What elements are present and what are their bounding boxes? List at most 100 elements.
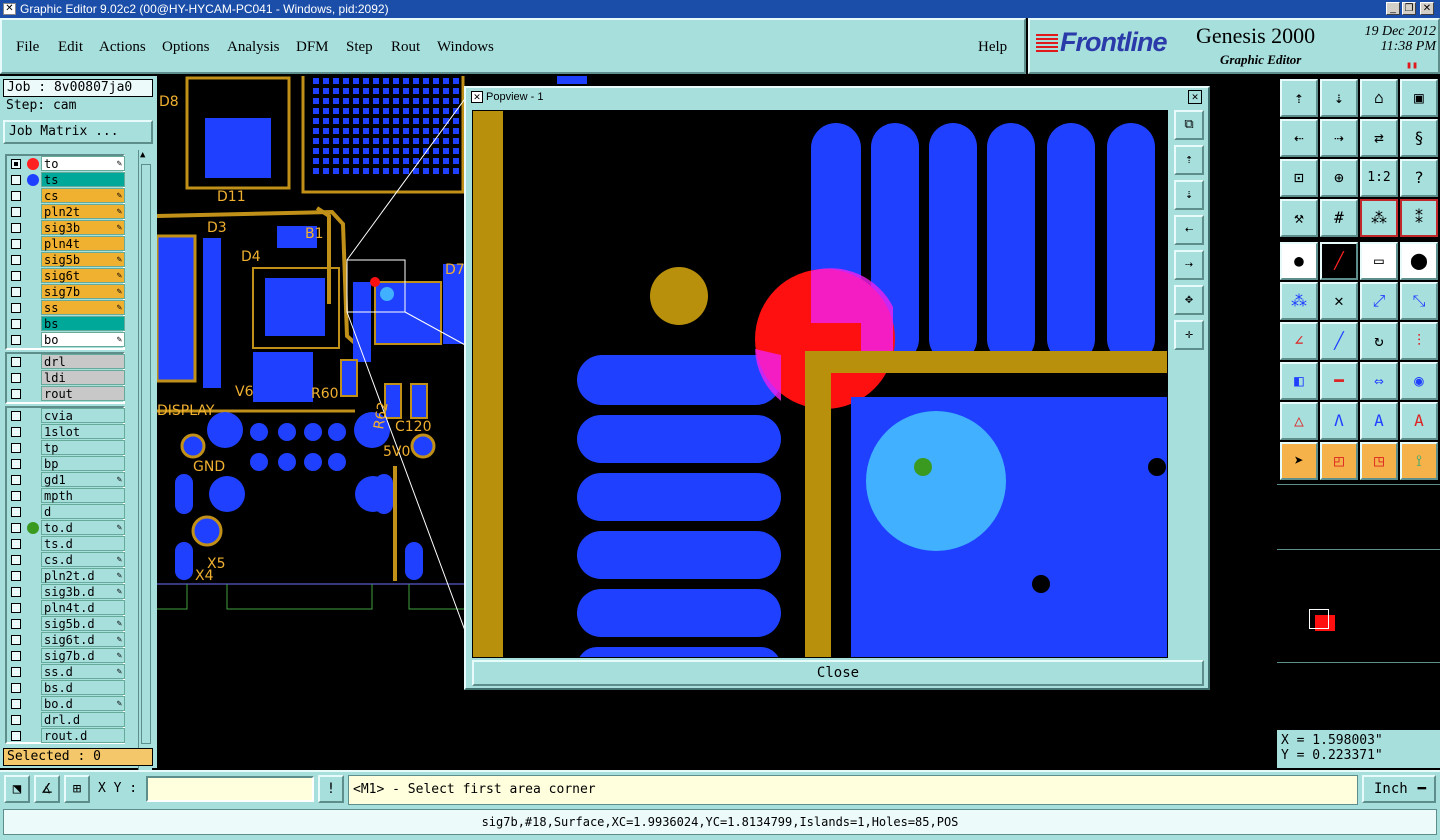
ruler-icon[interactable]: ▭	[1360, 242, 1398, 280]
pan-right-icon[interactable]: ⇢	[1320, 119, 1358, 157]
layer-checkbox[interactable]	[11, 255, 21, 265]
layer-name[interactable]: cvia	[41, 408, 125, 423]
minimize-button[interactable]: _	[1386, 2, 1400, 15]
layer-checkbox[interactable]	[11, 603, 21, 613]
layer-checkbox[interactable]	[11, 389, 21, 399]
menu-step[interactable]: Step	[346, 39, 373, 56]
xy-input[interactable]	[146, 776, 314, 802]
fit-icon[interactable]: ⊡	[1280, 159, 1318, 197]
units-select[interactable]: Inch ━	[1362, 775, 1436, 803]
zoom-in-icon[interactable]: ⇡	[1280, 79, 1318, 117]
layer-checkbox[interactable]	[11, 271, 21, 281]
snap-off-icon[interactable]: ⬔	[4, 775, 30, 803]
layer-name[interactable]: sig6t ✎	[41, 268, 125, 283]
pointer-select-icon[interactable]: ◳	[1360, 442, 1398, 480]
layer-checkbox[interactable]	[11, 491, 21, 501]
layer-name[interactable]: pln2t.d ✎	[41, 568, 125, 583]
layer-row-ldi[interactable]: ldi	[7, 370, 125, 386]
popview-fit-button[interactable]: ✥	[1174, 285, 1204, 315]
layer-name[interactable]: sig3b ✎	[41, 220, 125, 235]
layer-name[interactable]: gd1 ✎	[41, 472, 125, 487]
layer-row-bs[interactable]: bs	[7, 316, 125, 332]
layer-checkbox[interactable]	[11, 651, 21, 661]
layer-row-to[interactable]: to ✎	[7, 156, 125, 172]
arc-icon[interactable]: ↻	[1360, 322, 1398, 360]
popview-zoom-out-button[interactable]: ⇣	[1174, 180, 1204, 210]
layer-row-sig7b-d[interactable]: sig7b.d ✎	[7, 648, 125, 664]
layer-checkbox[interactable]	[11, 587, 21, 597]
layer-row-pln2t[interactable]: pln2t ✎	[7, 204, 125, 220]
layer-name[interactable]: ts	[41, 172, 125, 187]
layer-row-ss-d[interactable]: ss.d ✎	[7, 664, 125, 680]
layer-checkbox[interactable]	[11, 427, 21, 437]
layer-row-gd1[interactable]: gd1 ✎	[7, 472, 125, 488]
layer-row-cs-d[interactable]: cs.d ✎	[7, 552, 125, 568]
layer-checkbox[interactable]	[11, 411, 21, 421]
layer-checkbox[interactable]	[11, 303, 21, 313]
minus-icon[interactable]: ━	[1320, 362, 1358, 400]
layer-row-cvia[interactable]: cvia	[7, 408, 125, 424]
layer-checkbox[interactable]	[11, 475, 21, 485]
layer-name[interactable]: rout	[41, 386, 125, 401]
layer-row-d[interactable]: d	[7, 504, 125, 520]
layer-checkbox[interactable]	[11, 731, 21, 741]
a-icon[interactable]: A	[1360, 402, 1398, 440]
scale-1-2-icon[interactable]: 1:2	[1360, 159, 1398, 197]
grid-snap-icon[interactable]: ⊞	[64, 775, 90, 803]
swap-icon[interactable]: ⇄	[1360, 119, 1398, 157]
layer-row-sig5b-d[interactable]: sig5b.d ✎	[7, 616, 125, 632]
measure-icon[interactable]: ⇔	[1360, 362, 1398, 400]
home-icon[interactable]: ⌂	[1360, 79, 1398, 117]
layer-row-sig7b[interactable]: sig7b ✎	[7, 284, 125, 300]
layer-checkbox[interactable]	[11, 715, 21, 725]
close-button[interactable]: ✕	[1420, 2, 1434, 15]
layer-row-rout-d[interactable]: rout.d	[7, 728, 125, 744]
layer-name[interactable]: bp	[41, 456, 125, 471]
layer-scrollbar[interactable]: ▲ ▼	[138, 150, 152, 818]
connect-icon[interactable]: ⁑	[1400, 199, 1438, 237]
menu-rout[interactable]: Rout	[391, 39, 420, 56]
layer-name[interactable]: drl	[41, 354, 125, 369]
layer-row-ss[interactable]: ss ✎	[7, 300, 125, 316]
line-tool-icon[interactable]: ╱	[1320, 242, 1358, 280]
minimap[interactable]	[1277, 484, 1440, 724]
layer-row-pln4t-d[interactable]: pln4t.d	[7, 600, 125, 616]
layer-checkbox[interactable]	[11, 287, 21, 297]
layer-name[interactable]: to ✎	[41, 156, 125, 171]
layer-row-bo-d[interactable]: bo.d ✎	[7, 696, 125, 712]
layer-checkbox[interactable]	[11, 507, 21, 517]
layer-row-to-d[interactable]: to.d ✎	[7, 520, 125, 536]
layer-name[interactable]: ss.d ✎	[41, 664, 125, 679]
layer-row-bs-d[interactable]: bs.d	[7, 680, 125, 696]
question-icon[interactable]: ?	[1400, 159, 1438, 197]
layer-checkbox[interactable]	[11, 683, 21, 693]
layer-name[interactable]: mpth	[41, 488, 125, 503]
pointer-icon[interactable]: ➤	[1280, 442, 1318, 480]
window-icon[interactable]: ▣	[1400, 79, 1438, 117]
layer-checkbox[interactable]	[11, 239, 21, 249]
angle-icon[interactable]: ∠	[1280, 322, 1318, 360]
layer-row-sig5b[interactable]: sig5b ✎	[7, 252, 125, 268]
layer-name[interactable]: cs.d ✎	[41, 552, 125, 567]
menu-options[interactable]: Options	[162, 39, 210, 56]
a-frame-icon[interactable]: Λ	[1320, 402, 1358, 440]
layer-row-sig3b[interactable]: sig3b ✎	[7, 220, 125, 236]
job-matrix-button[interactable]: Job Matrix ...	[3, 120, 153, 144]
layer-row-ts-d[interactable]: ts.d	[7, 536, 125, 552]
layer-checkbox[interactable]	[11, 319, 21, 329]
layer-name[interactable]: sig7b ✎	[41, 284, 125, 299]
scroll-up-icon[interactable]: ▲	[140, 150, 145, 160]
layer-checkbox[interactable]	[11, 175, 21, 185]
menu-windows[interactable]: Windows	[437, 39, 494, 56]
grid-icon[interactable]: #	[1320, 199, 1358, 237]
layer-checkbox[interactable]	[11, 207, 21, 217]
layer-row-rout[interactable]: rout	[7, 386, 125, 402]
layer-name[interactable]: bo.d ✎	[41, 696, 125, 711]
layer-name[interactable]: sig5b.d ✎	[41, 616, 125, 631]
popview-canvas[interactable]	[472, 110, 1168, 658]
layer-checkbox[interactable]	[11, 523, 21, 533]
layer-row-ts[interactable]: ts	[7, 172, 125, 188]
menu-edit[interactable]: Edit	[58, 39, 83, 56]
menu-analysis[interactable]: Analysis	[227, 39, 280, 56]
layer-checkbox[interactable]	[11, 223, 21, 233]
